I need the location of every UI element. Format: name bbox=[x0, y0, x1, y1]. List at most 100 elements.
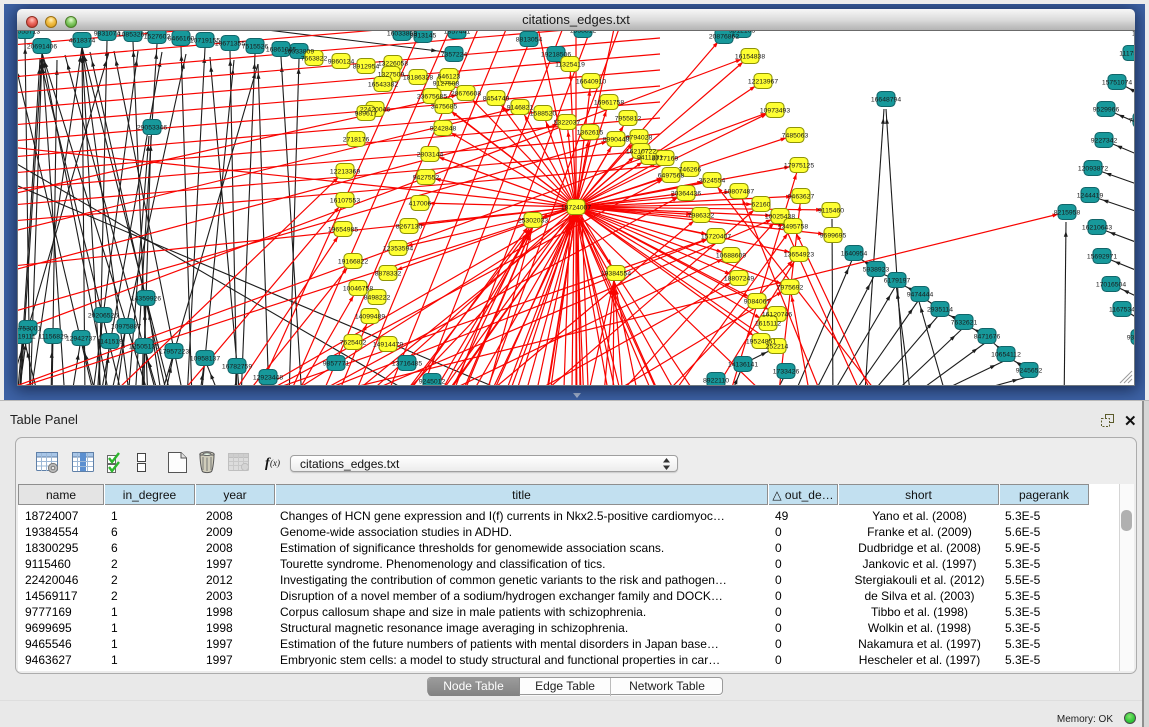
svg-text:20876862: 20876862 bbox=[709, 33, 739, 40]
svg-text:7955812: 7955812 bbox=[615, 115, 642, 122]
svg-text:17957223: 17957223 bbox=[159, 348, 189, 355]
svg-text:11156829: 11156829 bbox=[38, 333, 67, 340]
svg-text:9860124: 9860124 bbox=[328, 58, 355, 65]
svg-text:6179197: 6179197 bbox=[884, 277, 911, 284]
svg-text:15692971: 15692971 bbox=[1087, 253, 1117, 260]
svg-text:10654112: 10654112 bbox=[991, 351, 1021, 358]
svg-text:16154838: 16154838 bbox=[735, 53, 765, 60]
svg-text:3475685: 3475685 bbox=[431, 103, 458, 110]
svg-text:16210643: 16210643 bbox=[1082, 224, 1112, 231]
svg-text:9245652: 9245652 bbox=[1016, 367, 1043, 374]
svg-text:9777169: 9777169 bbox=[652, 155, 679, 162]
svg-text:13654923: 13654923 bbox=[784, 251, 814, 258]
svg-text:15720407: 15720407 bbox=[701, 233, 731, 240]
svg-text:1362615: 1362615 bbox=[577, 129, 604, 136]
svg-text:3624554: 3624554 bbox=[699, 177, 726, 184]
svg-text:9699695: 9699695 bbox=[820, 232, 847, 239]
svg-text:1244419: 1244419 bbox=[1077, 192, 1104, 199]
svg-text:8215958: 8215958 bbox=[1054, 209, 1081, 216]
svg-text:12353594: 12353594 bbox=[383, 245, 413, 252]
svg-text:14055713: 14055713 bbox=[18, 31, 40, 35]
svg-text:252214: 252214 bbox=[766, 343, 789, 350]
svg-text:1132541: 1132541 bbox=[1132, 31, 1134, 37]
svg-text:7515526: 7515526 bbox=[242, 43, 269, 50]
svg-text:9084067: 9084067 bbox=[744, 298, 771, 305]
svg-text:8498222: 8498222 bbox=[364, 294, 391, 301]
svg-text:16033809: 16033809 bbox=[284, 48, 314, 55]
svg-text:14136141: 14136141 bbox=[728, 361, 758, 368]
svg-text:9474444: 9474444 bbox=[907, 291, 934, 298]
svg-text:10671355: 10671355 bbox=[215, 40, 245, 47]
svg-text:9913145: 9913145 bbox=[410, 32, 437, 39]
svg-text:7663822: 7663822 bbox=[301, 55, 328, 62]
svg-text:10958137: 10958137 bbox=[190, 355, 220, 362]
svg-text:1753001: 1753001 bbox=[18, 325, 41, 332]
svg-text:1527602: 1527602 bbox=[144, 33, 171, 40]
svg-text:9463627: 9463627 bbox=[788, 193, 815, 200]
svg-text:9831074: 9831074 bbox=[94, 31, 121, 37]
svg-text:1588520: 1588520 bbox=[530, 110, 557, 117]
svg-text:1733426: 1733426 bbox=[773, 368, 800, 375]
svg-text:23675685: 23675685 bbox=[417, 93, 447, 100]
svg-text:9242848: 9242848 bbox=[430, 125, 457, 132]
svg-text:1141519: 1141519 bbox=[97, 338, 123, 345]
svg-text:1558812: 1558812 bbox=[570, 31, 597, 34]
svg-text:7986322: 7986322 bbox=[688, 212, 715, 219]
svg-text:10973493: 10973493 bbox=[760, 107, 790, 114]
svg-text:1857441: 1857441 bbox=[444, 31, 471, 35]
svg-text:12213369: 12213369 bbox=[330, 168, 360, 175]
svg-text:15751074: 15751074 bbox=[1102, 79, 1132, 86]
svg-text:9115460: 9115460 bbox=[818, 207, 844, 214]
svg-text:16782759: 16782759 bbox=[222, 363, 252, 370]
svg-text:12942737: 12942737 bbox=[66, 335, 96, 342]
svg-text:12505135: 12505135 bbox=[129, 343, 159, 350]
svg-text:16640910: 16640910 bbox=[576, 78, 606, 85]
svg-text:11325419: 11325419 bbox=[555, 61, 585, 68]
svg-text:989617: 989617 bbox=[355, 110, 378, 117]
svg-text:16543382: 16543382 bbox=[368, 81, 398, 88]
svg-text:7485063: 7485063 bbox=[782, 132, 809, 139]
svg-text:62160: 62160 bbox=[752, 201, 771, 208]
svg-text:1640954: 1640954 bbox=[841, 250, 868, 257]
svg-text:9127508: 9127508 bbox=[433, 80, 460, 87]
svg-text:9245012: 9245012 bbox=[419, 378, 446, 385]
svg-text:16120746: 16120746 bbox=[762, 311, 792, 318]
svg-text:18807249: 18807249 bbox=[724, 275, 754, 282]
svg-text:4618374: 4618374 bbox=[69, 37, 96, 44]
svg-text:8922110: 8922110 bbox=[703, 377, 729, 384]
svg-text:417006: 417006 bbox=[409, 200, 432, 207]
svg-text:(x): (x) bbox=[270, 458, 280, 468]
svg-text:5322037: 5322037 bbox=[554, 119, 581, 126]
svg-text:7975692: 7975692 bbox=[777, 284, 804, 291]
svg-text:12213967: 12213967 bbox=[748, 78, 778, 85]
svg-text:20364436: 20364436 bbox=[671, 190, 701, 197]
svg-text:12923448: 12923448 bbox=[253, 374, 283, 381]
svg-text:6794028: 6794028 bbox=[626, 134, 653, 141]
svg-text:19654985: 19654985 bbox=[328, 226, 358, 233]
svg-text:6497568: 6497568 bbox=[658, 172, 685, 179]
svg-text:5938923: 5938923 bbox=[863, 266, 890, 273]
svg-text:9529966: 9529966 bbox=[1093, 106, 1120, 113]
svg-text:2718176: 2718176 bbox=[343, 136, 370, 143]
svg-text:10688609: 10688609 bbox=[716, 252, 746, 259]
svg-text:1615112: 1615112 bbox=[755, 320, 781, 327]
svg-text:8471676: 8471676 bbox=[974, 333, 1001, 340]
svg-text:7625402: 7625402 bbox=[340, 339, 367, 346]
svg-text:1327509: 1327509 bbox=[378, 71, 405, 78]
svg-text:14099489: 14099489 bbox=[355, 313, 385, 320]
svg-text:12093872: 12093872 bbox=[1078, 165, 1108, 172]
svg-text:10046758: 10046758 bbox=[343, 285, 373, 292]
svg-text:13716485: 13716485 bbox=[392, 360, 422, 367]
svg-text:8454749: 8454749 bbox=[483, 95, 510, 102]
svg-text:25302033: 25302033 bbox=[518, 217, 548, 224]
svg-text:746266: 746266 bbox=[679, 166, 702, 173]
svg-text:7357224: 7357224 bbox=[441, 51, 468, 58]
svg-text:3919111: 3919111 bbox=[18, 333, 36, 340]
svg-text:19166822: 19166822 bbox=[338, 258, 368, 265]
svg-text:8813054: 8813054 bbox=[516, 36, 543, 43]
svg-text:546123: 546123 bbox=[438, 73, 461, 80]
svg-text:19384554: 19384554 bbox=[601, 270, 631, 277]
svg-text:13226058: 13226058 bbox=[378, 60, 408, 67]
svg-text:29053346: 29053346 bbox=[137, 124, 167, 131]
svg-text:9227342: 9227342 bbox=[1091, 137, 1118, 144]
